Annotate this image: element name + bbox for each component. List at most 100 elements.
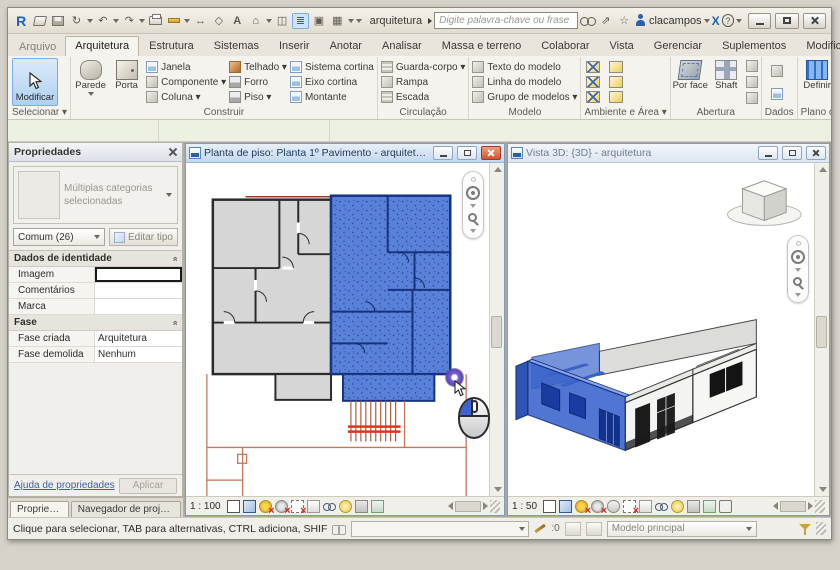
worksets-dialog-icon[interactable]: [565, 522, 581, 536]
montante-button[interactable]: Montante: [290, 90, 374, 104]
eixo-icon[interactable]: [771, 88, 783, 100]
3d-minimize-button[interactable]: [758, 146, 778, 160]
property-row-marca[interactable]: Marca: [9, 299, 182, 315]
steering-wheel-icon[interactable]: [466, 186, 480, 200]
tab-suplementos[interactable]: Suplementos: [712, 36, 796, 56]
redo-icon[interactable]: ↷: [121, 13, 137, 29]
forro-button[interactable]: Forro: [229, 75, 287, 89]
property-value[interactable]: Arquitetura: [95, 331, 182, 346]
maximize-button[interactable]: [775, 13, 798, 29]
property-value[interactable]: [95, 283, 182, 298]
collapse-section-icon[interactable]: [169, 256, 179, 261]
selection-toggle-icon[interactable]: [332, 523, 346, 535]
zoom-dropdown-icon[interactable]: [470, 229, 476, 233]
plan-scale[interactable]: 1 : 100: [190, 501, 221, 512]
edit-type-button[interactable]: Editar tipo: [109, 228, 178, 246]
janela-button[interactable]: Janela: [146, 60, 226, 74]
switch-windows-dropdown-icon[interactable]: [348, 19, 354, 23]
status-combobox[interactable]: [351, 521, 529, 537]
guarda-corpo-button[interactable]: Guarda-corpo ▾: [381, 60, 466, 74]
tab-estrutura[interactable]: Estrutura: [139, 36, 204, 56]
tab-arquivo[interactable]: Arquivo: [10, 38, 65, 56]
section-icon[interactable]: ◫: [274, 13, 290, 29]
reveal-hidden-icon[interactable]: [671, 500, 684, 513]
design-option-select[interactable]: Modelo principal: [607, 521, 757, 537]
scroll-up-icon[interactable]: [819, 167, 827, 172]
scroll-right-icon[interactable]: [808, 502, 813, 510]
dock-tab-properties[interactable]: Propriedades: [10, 501, 69, 517]
temporary-hide-isolate-icon[interactable]: [323, 500, 336, 513]
filter-icon[interactable]: [799, 523, 811, 535]
tab-vista[interactable]: Vista: [600, 36, 644, 56]
panel-label-selecionar[interactable]: Selecionar ▾: [12, 107, 67, 119]
help-icon[interactable]: ?: [722, 14, 735, 27]
worksharing-display-icon[interactable]: [687, 500, 700, 513]
property-value[interactable]: [95, 267, 182, 282]
save-icon[interactable]: [50, 13, 66, 29]
aligned-dimension-icon[interactable]: ↔: [192, 13, 208, 29]
3d-restore-button[interactable]: [782, 146, 802, 160]
help-dropdown-icon[interactable]: [736, 19, 742, 23]
crop-view-icon[interactable]: [291, 500, 304, 513]
undo-dropdown-icon[interactable]: [113, 19, 119, 23]
exchange-apps-icon[interactable]: X: [712, 14, 720, 28]
tab-arquitetura[interactable]: Arquitetura: [65, 36, 139, 56]
text-icon[interactable]: A: [229, 13, 245, 29]
crop-view-icon[interactable]: [623, 500, 636, 513]
por-face-button[interactable]: Por face: [674, 57, 707, 107]
sistema-cortina-button[interactable]: Sistema cortina: [290, 60, 374, 74]
type-selector[interactable]: Múltiplas categorias selecionadas: [13, 166, 178, 224]
hscroll-thumb[interactable]: [780, 501, 806, 512]
app-resize-grip[interactable]: [816, 522, 826, 535]
tag-area-icon[interactable]: [609, 91, 623, 103]
revit-logo-icon[interactable]: R: [13, 13, 29, 29]
detail-level-icon[interactable]: [543, 500, 556, 513]
tab-gerenciar[interactable]: Gerenciar: [644, 36, 712, 56]
property-row-imagem[interactable]: Imagem: [9, 267, 182, 283]
property-value[interactable]: Nenhum: [95, 347, 182, 362]
linha-modelo-button[interactable]: Linha do modelo: [472, 75, 577, 89]
minimize-button[interactable]: [748, 13, 771, 29]
section-fase[interactable]: Fase: [9, 315, 182, 331]
parede-dropdown-icon[interactable]: [88, 92, 94, 96]
grupo-modelos-button[interactable]: Grupo de modelos ▾: [472, 90, 577, 104]
porta-button[interactable]: Porta: [110, 57, 143, 107]
dock-tab-project-browser[interactable]: Navegador de projeto - arq...: [71, 501, 181, 517]
modificar-button[interactable]: Modificar: [12, 58, 58, 106]
crop-region-visibility-icon[interactable]: [307, 500, 320, 513]
section-dados-identidade[interactable]: Dados de identidade: [9, 251, 182, 267]
tab-anotar[interactable]: Anotar: [320, 36, 372, 56]
sun-path-icon[interactable]: [259, 500, 272, 513]
sync-dropdown-icon[interactable]: [87, 19, 93, 23]
close-hidden-windows-icon[interactable]: ▣: [311, 13, 327, 29]
temporary-view-properties-icon[interactable]: [703, 500, 716, 513]
scroll-down-icon[interactable]: [819, 487, 827, 492]
plan-minimize-button[interactable]: [433, 146, 453, 160]
abertura-parede-icon[interactable]: [746, 60, 758, 72]
view-3d-title-bar[interactable]: Vista 3D: {3D} - arquitetura: [508, 144, 829, 163]
search-icon[interactable]: [580, 15, 595, 27]
area-icon[interactable]: [609, 76, 623, 88]
floor-plan-canvas[interactable]: [186, 163, 489, 496]
scroll-thumb[interactable]: [491, 316, 502, 348]
tag-ambiente-icon[interactable]: [586, 76, 600, 88]
locked-view-icon[interactable]: [719, 500, 732, 513]
scroll-thumb[interactable]: [816, 316, 827, 348]
undo-icon[interactable]: ↶: [95, 13, 111, 29]
measure-icon[interactable]: [166, 13, 182, 29]
username[interactable]: clacampos: [649, 15, 702, 27]
close-button[interactable]: [803, 13, 826, 29]
navbar-options-icon[interactable]: [796, 241, 801, 246]
scroll-left-icon[interactable]: [773, 502, 778, 510]
3d-scale[interactable]: 1 : 50: [512, 501, 537, 512]
telhado-button[interactable]: Telhado ▾: [229, 60, 287, 74]
separador-ambiente-icon[interactable]: [609, 61, 623, 73]
3d-vertical-scrollbar[interactable]: [814, 163, 829, 496]
full-navigation-wheel-icon[interactable]: [791, 250, 805, 264]
tag-icon[interactable]: ◇: [211, 13, 227, 29]
navbar-options-icon[interactable]: [471, 177, 476, 182]
scroll-up-icon[interactable]: [494, 167, 502, 172]
scroll-down-icon[interactable]: [494, 487, 502, 492]
switch-windows-icon[interactable]: ▦: [329, 13, 345, 29]
shadows-icon[interactable]: [275, 500, 288, 513]
